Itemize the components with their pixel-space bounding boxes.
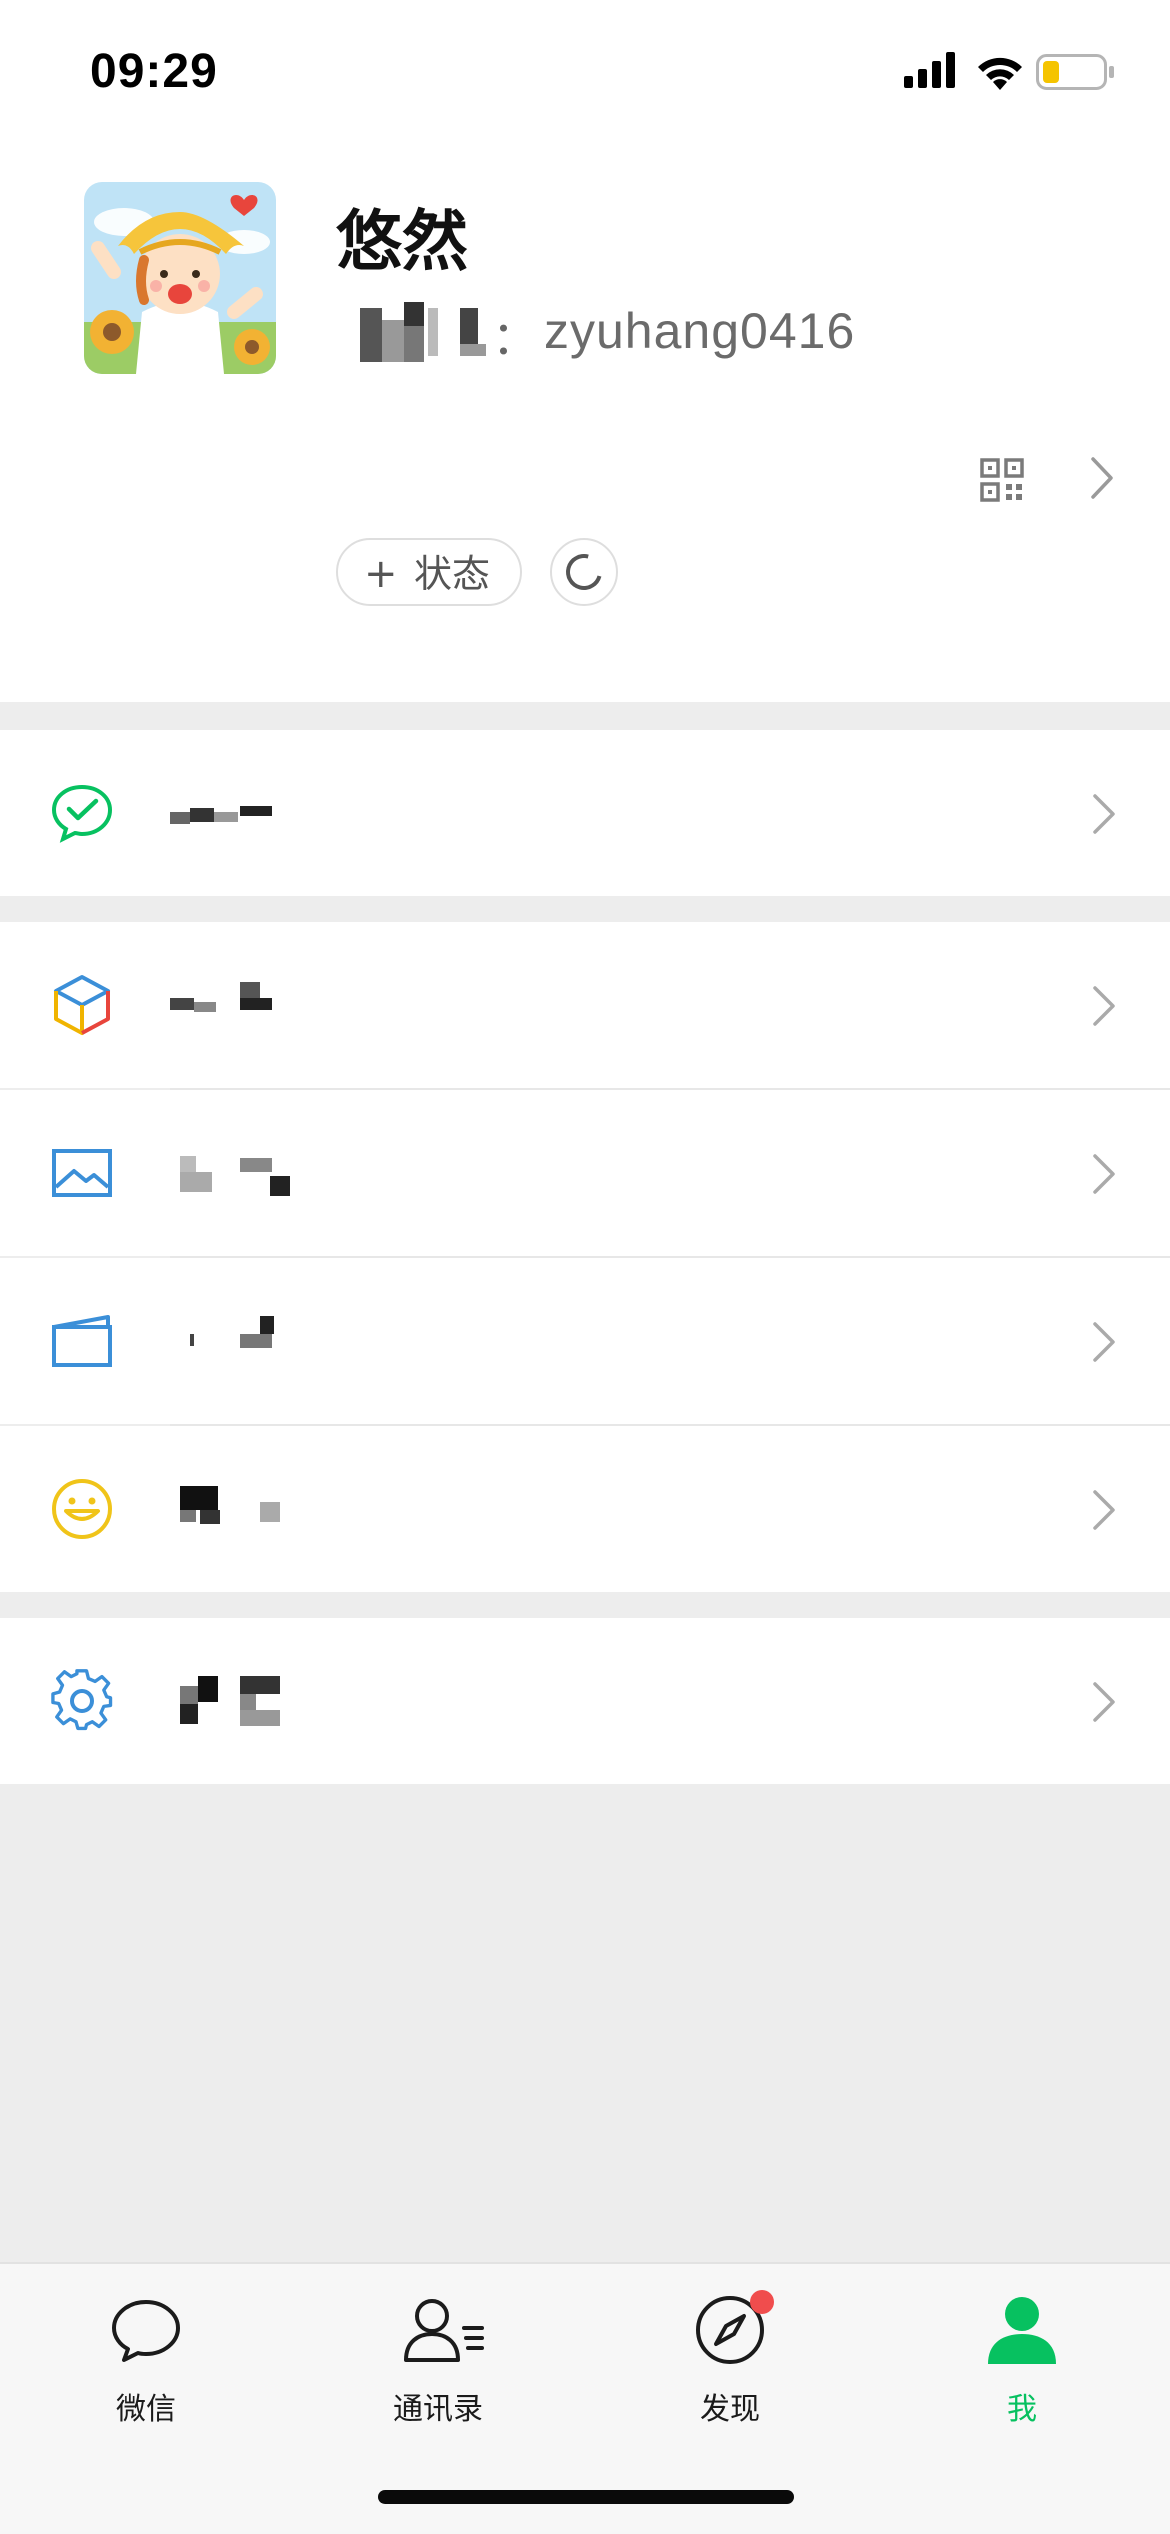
menu-row-cards[interactable]	[0, 1258, 1170, 1424]
tab-me-label: 我	[1007, 2392, 1037, 2427]
cards-wallet-icon	[52, 1315, 112, 1367]
wechat-pay-check-icon	[51, 784, 113, 843]
tab-contacts[interactable]: 通讯录	[338, 2294, 538, 2454]
status-time: 09:29	[90, 45, 218, 98]
menu-row-stickers[interactable]	[0, 1426, 1170, 1592]
chevron-right-icon	[1093, 1154, 1115, 1194]
refresh-ring-icon	[559, 547, 609, 597]
signal-icon	[904, 52, 955, 88]
menu-label-services	[0, 730, 1, 731]
chevron-right-icon	[1093, 1322, 1115, 1362]
menu-row-favorites[interactable]	[0, 922, 1170, 1088]
tab-discover-label: 发现	[700, 2392, 760, 2427]
sticker-smile-icon	[52, 1479, 112, 1539]
nickname: 悠然	[336, 203, 468, 280]
tab-me[interactable]: 我	[922, 2294, 1122, 2454]
add-status-button[interactable]: + 状态	[336, 538, 522, 606]
chevron-right-icon	[1093, 1490, 1115, 1530]
plus-icon: +	[364, 551, 398, 597]
chevron-right-icon	[1093, 794, 1115, 834]
menu-label-favorites	[0, 922, 1, 923]
wechat-id-value: zyuhang0416	[544, 303, 856, 359]
moments-album-icon	[52, 1149, 112, 1197]
status-bar: 09:29	[0, 0, 1170, 150]
wifi-icon	[978, 57, 1022, 90]
menu-row-settings[interactable]	[0, 1618, 1170, 1784]
menu-label-stickers	[0, 1426, 1, 1427]
menu-label-redacted	[170, 788, 290, 844]
home-indicator[interactable]	[378, 2490, 794, 2504]
menu-label-redacted	[170, 1484, 290, 1540]
menu-label-redacted	[170, 1676, 290, 1732]
tab-discover[interactable]: 发现	[630, 2290, 830, 2454]
chat-bubble-icon	[112, 2300, 180, 2362]
favorites-cube-icon	[54, 975, 110, 1035]
profile-chevron-right-icon[interactable]	[1090, 456, 1114, 500]
person-icon	[988, 2297, 1056, 2364]
tab-contacts-label: 通讯录	[393, 2392, 483, 2427]
menu-row-album[interactable]	[0, 1090, 1170, 1256]
discover-badge-dot	[750, 2290, 774, 2314]
menu-row-services[interactable]	[0, 730, 1170, 896]
tab-chats[interactable]: 微信	[46, 2294, 246, 2454]
settings-gear-icon	[51, 1669, 113, 1731]
qr-code-icon[interactable]	[980, 458, 1024, 502]
chevron-right-icon	[1093, 986, 1115, 1026]
wechat-id-separator: ：	[492, 311, 538, 365]
menu-label-settings	[0, 1618, 1, 1619]
menu-label-album	[0, 1090, 1, 1091]
status-circle-button[interactable]	[550, 538, 618, 606]
menu-label-cards	[0, 1258, 1, 1259]
tab-chats-label: 微信	[116, 2392, 176, 2427]
wechat-id-label-redacted	[352, 298, 492, 368]
menu-label-redacted	[170, 1148, 290, 1204]
menu-label-redacted	[170, 1316, 290, 1372]
add-status-label: 状态	[414, 552, 491, 596]
contacts-icon	[404, 2299, 484, 2362]
avatar[interactable]	[84, 182, 276, 374]
chevron-right-icon	[1093, 1682, 1115, 1722]
menu-label-redacted	[170, 980, 290, 1036]
battery-icon	[1036, 54, 1114, 90]
